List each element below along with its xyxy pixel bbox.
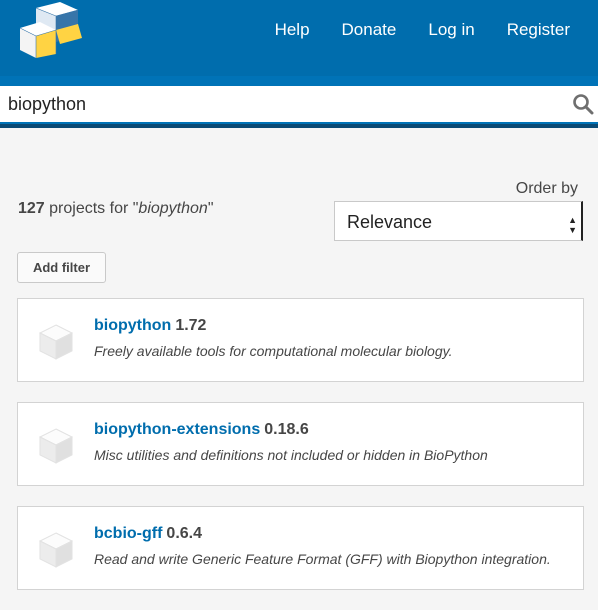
search-results-page: 127 projects for "biopython" Order by Re… <box>0 132 598 590</box>
package-title: biopython 1.72 <box>94 317 206 335</box>
package-name[interactable]: biopython <box>94 317 171 334</box>
order-by-value: Relevance <box>347 212 433 232</box>
results-count-text: projects for " <box>44 200 139 217</box>
pypi-logo-icon[interactable] <box>16 2 84 58</box>
search-bar <box>0 76 598 128</box>
package-description: Read and write Generic Feature Format (G… <box>94 551 551 567</box>
package-name[interactable]: bcbio-gff <box>94 525 162 542</box>
search-input[interactable] <box>0 86 598 122</box>
results-count-number: 127 <box>18 200 45 217</box>
site-header: Help Donate Log in Register <box>0 0 598 76</box>
package-version: 0.6.4 <box>166 525 203 542</box>
package-title: bcbio-gff 0.6.4 <box>94 525 202 543</box>
nav-register-link[interactable]: Register <box>507 20 570 40</box>
package-box-icon <box>38 428 74 464</box>
main-nav: Help Donate Log in Register <box>275 20 570 40</box>
package-version: 0.18.6 <box>264 421 309 438</box>
results-list: biopython 1.72 Freely available tools for… <box>17 298 584 610</box>
results-query: biopython <box>138 200 208 217</box>
nav-login-link[interactable]: Log in <box>428 20 474 40</box>
order-by-select[interactable]: Relevance ▲ ▼ <box>334 201 583 241</box>
nav-donate-link[interactable]: Donate <box>342 20 397 40</box>
package-description: Misc utilities and definitions not inclu… <box>94 447 488 463</box>
package-title: biopython-extensions 0.18.6 <box>94 421 309 439</box>
package-box-icon <box>38 532 74 568</box>
package-card[interactable]: biopython 1.72 Freely available tools for… <box>17 298 584 382</box>
search-icon[interactable] <box>572 93 594 115</box>
nav-help-link[interactable]: Help <box>275 20 310 40</box>
order-by-label: Order by <box>515 180 578 197</box>
results-close-quote: " <box>207 200 214 217</box>
select-arrows-icon: ▲ ▼ <box>568 215 577 235</box>
package-version: 1.72 <box>175 317 207 334</box>
results-count: 127 projects for "biopython" <box>18 200 214 218</box>
add-filter-button[interactable]: Add filter <box>17 252 106 283</box>
package-card[interactable]: bcbio-gff 0.6.4 Read and write Generic Fe… <box>17 506 584 590</box>
package-card[interactable]: biopython-extensions 0.18.6 Misc utilitie… <box>17 402 584 486</box>
package-box-icon <box>38 324 74 360</box>
package-description: Freely available tools for computational… <box>94 343 453 359</box>
package-name[interactable]: biopython-extensions <box>94 421 260 438</box>
